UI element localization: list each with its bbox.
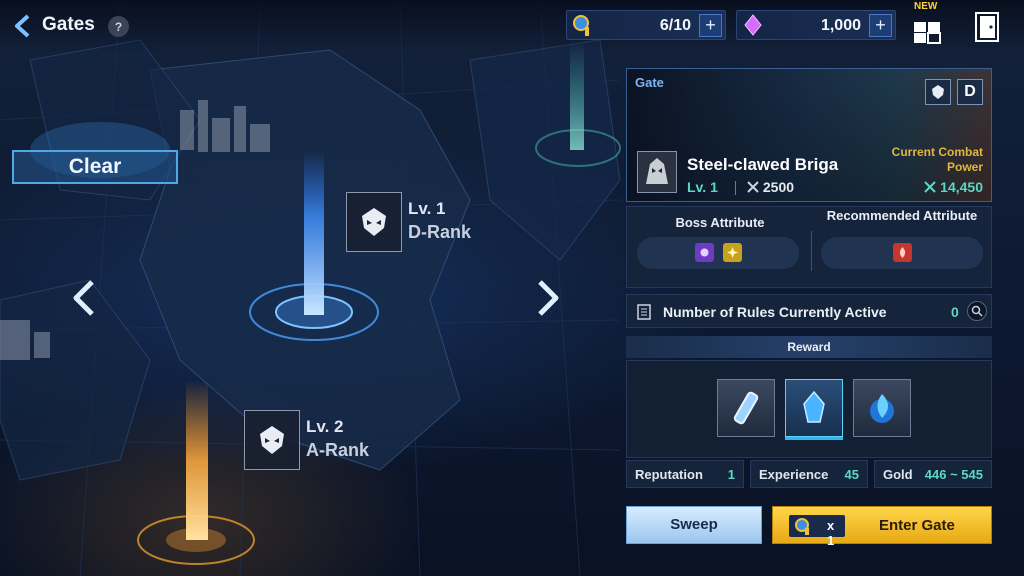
help-button[interactable]: ?: [108, 16, 129, 37]
reward-stats: Reputation 1 Experience 45 Gold 446 ~ 54…: [626, 460, 992, 488]
gate-rank-lv2: A-Rank: [306, 440, 370, 460]
boss-mask-icon: [362, 208, 386, 236]
boss-level: Lv. 1: [687, 179, 718, 195]
reward-item[interactable]: [853, 379, 911, 437]
crystal-counter: 1,000 +: [736, 10, 896, 40]
gate-key-icon: [573, 15, 589, 36]
clear-label: Clear: [12, 150, 178, 184]
gate-info-card: Gate D Steel-clawed Briga Lv. 1 2500 Cur…: [626, 68, 992, 202]
stat-value: 446 ~ 545: [924, 467, 983, 482]
gate-marker-lv2[interactable]: [244, 410, 300, 470]
gate-rank-lv1: D-Rank: [408, 222, 472, 242]
next-area-button[interactable]: [534, 276, 564, 320]
gate-key-value: 6/10: [659, 17, 691, 34]
light-attribute-icon[interactable]: [723, 243, 742, 262]
boss-portrait: [637, 151, 677, 193]
crossed-swords-icon: [924, 181, 936, 193]
gate-level-lv2: Lv. 2: [306, 417, 344, 436]
gate-section-label: Gate: [635, 75, 664, 90]
recommended-attribute-pill: [821, 237, 983, 269]
experience-stat: Experience 45: [750, 460, 868, 488]
boss-portrait-icon: [646, 158, 668, 184]
ticket-count: x 1: [827, 518, 835, 548]
door-exit-icon: [975, 12, 999, 42]
boss-mask-icon: [260, 426, 284, 454]
add-crystals-button[interactable]: +: [869, 14, 892, 37]
ticket-cost: x 1: [789, 515, 845, 548]
active-rules-label: Number of Rules Currently Active: [663, 304, 887, 320]
crystal-value: 1,000: [820, 17, 861, 34]
stat-label: Reputation: [635, 467, 703, 482]
add-keys-button[interactable]: +: [699, 14, 722, 37]
menu-button[interactable]: [912, 12, 944, 44]
gate-rank-badge: D: [957, 79, 983, 105]
back-button[interactable]: [8, 10, 36, 42]
grid-menu-icon: [914, 22, 941, 44]
boss-mask-icon: [925, 79, 951, 105]
reputation-stat: Reputation 1: [626, 460, 744, 488]
stat-label: Gold: [883, 467, 913, 482]
chevron-left-icon: [73, 280, 94, 316]
gold-stat: Gold 446 ~ 545: [874, 460, 992, 488]
essence-vial-icon: [733, 391, 759, 425]
recommended-attribute-label: Recommended Attribute: [826, 208, 978, 223]
gate-key-counter: 6/10 +: [566, 10, 726, 40]
dark-attribute-icon[interactable]: [695, 243, 714, 262]
blue-crystal-icon: [803, 390, 825, 423]
divider: [735, 181, 736, 195]
crossed-swords-icon: [747, 181, 759, 193]
sweep-button[interactable]: Sweep: [626, 506, 762, 544]
gate-level-lv1: Lv. 1: [408, 199, 446, 218]
boss-power-value: 2500: [762, 179, 795, 195]
boss-attribute-pill: [637, 237, 799, 269]
gate-key-icon: [795, 518, 809, 535]
stat-value: 45: [844, 467, 859, 482]
divider: [811, 231, 812, 271]
enter-gate-button[interactable]: x 1 Enter Gate: [772, 506, 992, 548]
current-combat-power: 14,450: [924, 179, 983, 195]
current-combat-power-label: Current Combat Power: [891, 145, 983, 174]
blue-flame-orb-icon: [870, 394, 894, 423]
crystal-icon: [744, 14, 762, 36]
reward-item[interactable]: [717, 379, 775, 437]
current-combat-power-value: 14,450: [940, 179, 983, 195]
page-title: Gates: [42, 14, 95, 35]
new-badge: NEW: [914, 1, 938, 12]
reward-item[interactable]: [785, 379, 843, 437]
previous-area-button[interactable]: [68, 276, 98, 320]
exit-button[interactable]: [972, 10, 1002, 44]
boss-attribute-label: Boss Attribute: [675, 215, 765, 230]
stat-value: 1: [727, 467, 735, 482]
gate-detail-panel: Gate D Steel-clawed Briga Lv. 1 2500 Cur…: [622, 62, 996, 562]
chevron-right-icon: [538, 280, 559, 316]
attribute-section: Boss Attribute Recommended Attribute: [626, 206, 992, 288]
active-rules-count: 0: [951, 304, 959, 320]
gate-marker-lv1[interactable]: [346, 192, 402, 252]
search-icon[interactable]: [967, 301, 987, 321]
stat-label: Experience: [759, 467, 829, 482]
document-icon: [637, 304, 651, 320]
boss-name: Steel-clawed Briga: [687, 155, 839, 174]
active-rules-row[interactable]: Number of Rules Currently Active 0: [626, 294, 992, 328]
enter-gate-label: Enter Gate: [879, 517, 955, 534]
chevron-left-icon: [15, 14, 30, 38]
reward-list: [626, 360, 992, 458]
boss-power: 2500: [747, 179, 794, 195]
fire-attribute-icon[interactable]: [893, 243, 912, 262]
reward-title: Reward: [626, 336, 992, 358]
